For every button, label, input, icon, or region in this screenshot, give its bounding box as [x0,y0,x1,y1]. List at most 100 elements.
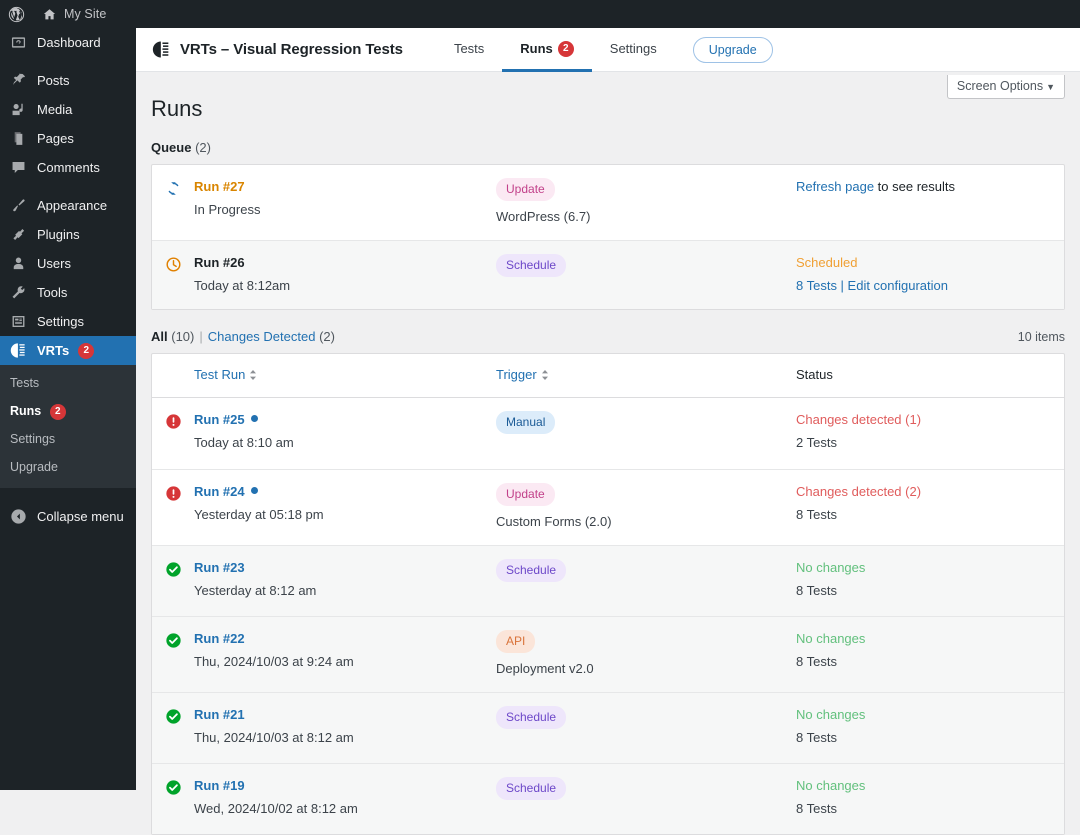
row-trigger: API Deployment v2.0 [496,630,796,678]
status-subtext: 8 Tests [796,730,837,745]
collapse-menu-button[interactable]: Collapse menu [0,502,136,531]
status-text[interactable]: Changes detected (2) [796,483,1064,501]
upgrade-button[interactable]: Upgrade [692,36,773,63]
column-header-status: Status [796,366,1064,384]
run-link-wrap[interactable]: Run #24 [194,483,496,501]
spinner-update-icon [165,180,182,226]
tab-settings[interactable]: Settings [592,28,675,72]
row-status-icon [152,483,194,531]
run-link[interactable]: Run #22 [194,630,496,648]
run-link[interactable]: Run #27 [194,178,496,196]
vrts-logo-icon [152,40,171,59]
sidebar-item-comments[interactable]: Comments [0,153,136,182]
filter-changes-detected-link[interactable]: Changes Detected [208,329,316,344]
status-text[interactable]: No changes [796,777,1064,795]
run-link[interactable]: Run #25 [194,412,245,427]
sidebar-item-vrts[interactable]: VRTs 2 [0,336,136,365]
sidebar-item-appearance[interactable]: Appearance [0,191,136,220]
run-subtext: Yesterday at 05:18 pm [194,507,324,522]
screen-options-button[interactable]: Screen Options ▼ [946,75,1065,99]
trigger-subtext: Custom Forms (2.0) [496,514,612,529]
sidebar-subitem-settings[interactable]: Settings [0,425,136,453]
status-rest: to see results [874,179,955,194]
status-actions[interactable]: 8 Tests | Edit configuration [796,277,1064,295]
check-circle-icon [165,561,182,602]
run-subtext: Thu, 2024/10/03 at 9:24 am [194,654,354,669]
row-status-icon [152,411,194,455]
trigger-badge: Schedule [496,559,567,582]
filter-all-label[interactable]: All [151,329,168,344]
sidebar-subitem-upgrade[interactable]: Upgrade [0,453,136,481]
column-label: Test Run [194,367,246,382]
refresh-page-link[interactable]: Refresh page [796,179,874,194]
column-label: Trigger [496,367,537,382]
sidebar-item-media[interactable]: Media [0,95,136,124]
trigger-badge: API [496,630,536,653]
run-subtext: Thu, 2024/10/03 at 8:12 am [194,730,354,745]
run-link[interactable]: Run #19 [194,777,496,795]
status-subtext: 8 Tests [796,583,837,598]
tab-runs[interactable]: Runs 2 [502,28,592,72]
table-row[interactable]: Run #22 Thu, 2024/10/03 at 9:24 am API D… [152,616,1064,692]
sidebar-item-label: Posts [37,73,70,88]
sidebar-subitem-label: Runs [10,404,42,418]
sidebar-item-label: Dashboard [37,35,101,50]
row-trigger: Schedule [496,254,796,295]
row-trigger: Update WordPress (6.7) [496,178,796,226]
sidebar-item-pages[interactable]: Pages [0,124,136,153]
row-status-icon [152,777,194,820]
sidebar-item-settings[interactable]: Settings [0,307,136,336]
sort-test-run[interactable]: Test Run [194,367,257,382]
wrench-icon [9,283,28,302]
plugin-tabs: Tests Runs 2 Settings [436,28,675,72]
sidebar-item-tools[interactable]: Tools [0,278,136,307]
status-subtext: 8 Tests [796,801,837,816]
sidebar-item-plugins[interactable]: Plugins [0,220,136,249]
comments-icon [9,158,28,177]
table-row[interactable]: Run #24 Yesterday at 05:18 pm Update Cus… [152,469,1064,545]
sidebar-subitem-badge: 2 [49,404,66,420]
table-row[interactable]: Run #25 Today at 8:10 am Manual Changes … [152,398,1064,469]
run-subtext: Today at 8:10 am [194,435,294,450]
column-header-test-run[interactable]: Test Run [194,366,496,384]
row-status: Changes detected (1) 2 Tests [796,411,1064,455]
sidebar-subitem-runs[interactable]: Runs 2 [0,397,136,425]
run-link-wrap[interactable]: Run #25 [194,411,496,429]
trigger-badge: Update [496,178,555,201]
run-link[interactable]: Run #24 [194,484,245,499]
sidebar-subitem-tests[interactable]: Tests [0,369,136,397]
run-link[interactable]: Run #21 [194,706,496,724]
sidebar-item-dashboard[interactable]: Dashboard [0,28,136,57]
tab-tests[interactable]: Tests [436,28,502,72]
site-name-menu[interactable]: My Site [33,0,114,28]
status-text[interactable]: No changes [796,630,1064,648]
sidebar-item-label: Tools [37,285,68,300]
table-row[interactable]: Run #23 Yesterday at 8:12 am Schedule No… [152,545,1064,616]
row-test-run: Run #26 Today at 8:12am [194,254,496,295]
sidebar-item-posts[interactable]: Posts [0,66,136,95]
sidebar-item-users[interactable]: Users [0,249,136,278]
table-row[interactable]: Run #19 Wed, 2024/10/02 at 8:12 am Sched… [152,763,1064,834]
row-status: Refresh page to see results [796,178,1064,226]
run-link[interactable]: Run #23 [194,559,496,577]
wp-logo-menu[interactable] [0,0,33,28]
filter-bar: All (10) | Changes Detected (2) 10 items [136,310,1080,353]
row-status-icon [152,630,194,678]
trigger-badge: Manual [496,411,556,434]
row-status: Scheduled 8 Tests | Edit configuration [796,254,1064,295]
filter-all-count: (10) [171,329,195,344]
run-subtext: Wed, 2024/10/02 at 8:12 am [194,801,358,816]
runs-table: Test Run Trigger Status Run #25 Today at… [151,353,1065,835]
item-count: 10 items [1017,330,1065,344]
queue-row[interactable]: Run #26 Today at 8:12am Schedule Schedul… [152,240,1064,309]
filter-separator: | [199,329,203,344]
status-text[interactable]: No changes [796,559,1064,577]
sort-trigger[interactable]: Trigger [496,367,549,382]
dashboard-icon [9,33,28,52]
status-text[interactable]: Changes detected (1) [796,411,1064,429]
column-header-trigger[interactable]: Trigger [496,366,796,384]
queue-row[interactable]: Run #27 In Progress Update WordPress (6.… [152,165,1064,240]
sort-arrows-icon [249,369,257,381]
table-row[interactable]: Run #21 Thu, 2024/10/03 at 8:12 am Sched… [152,692,1064,763]
status-text[interactable]: No changes [796,706,1064,724]
